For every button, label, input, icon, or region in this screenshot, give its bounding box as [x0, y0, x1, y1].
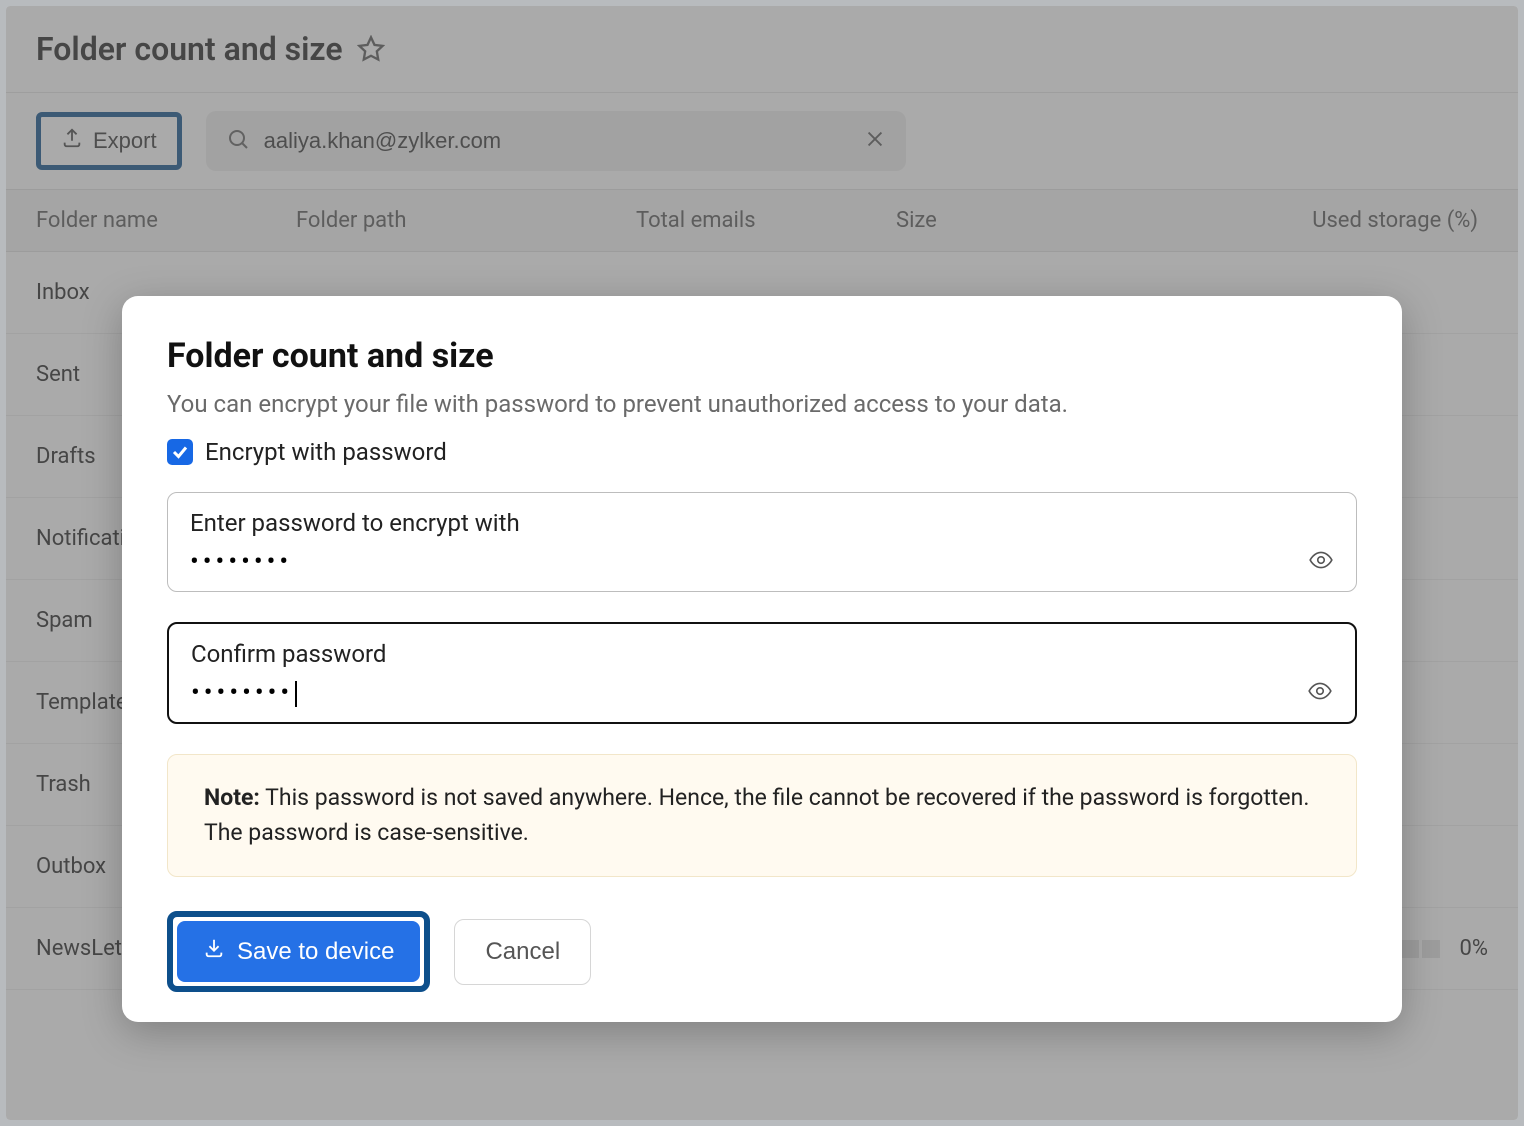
text-cursor [295, 681, 297, 707]
toggle-confirm-visibility-icon[interactable] [1307, 678, 1333, 708]
save-label: Save to device [237, 938, 394, 966]
confirm-password-field[interactable]: Confirm password •••••••• [167, 622, 1357, 724]
modal-overlay: Folder count and size You can encrypt yo… [6, 6, 1518, 1120]
save-button-highlight: Save to device [167, 911, 430, 992]
confirm-password-input[interactable]: •••••••• [191, 678, 297, 708]
password-note: Note: This password is not saved anywher… [167, 754, 1357, 877]
confirm-password-label: Confirm password [191, 640, 1333, 668]
save-to-device-button[interactable]: Save to device [177, 921, 420, 982]
password-input[interactable] [190, 547, 1308, 577]
password-field[interactable]: Enter password to encrypt with [167, 492, 1357, 592]
note-body: This password is not saved anywhere. Hen… [204, 784, 1309, 846]
modal-description: You can encrypt your file with password … [167, 390, 1357, 418]
cancel-button[interactable]: Cancel [454, 919, 591, 985]
encrypt-checkbox[interactable] [167, 439, 193, 465]
modal-title: Folder count and size [167, 336, 1357, 376]
modal-actions: Save to device Cancel [167, 911, 1357, 992]
download-icon [203, 937, 225, 966]
encrypt-checkbox-row[interactable]: Encrypt with password [167, 438, 1357, 466]
toggle-password-visibility-icon[interactable] [1308, 547, 1334, 577]
note-prefix: Note: [204, 784, 260, 811]
export-modal: Folder count and size You can encrypt yo… [122, 296, 1402, 1022]
encrypt-label: Encrypt with password [205, 438, 447, 466]
password-label: Enter password to encrypt with [190, 509, 1334, 537]
